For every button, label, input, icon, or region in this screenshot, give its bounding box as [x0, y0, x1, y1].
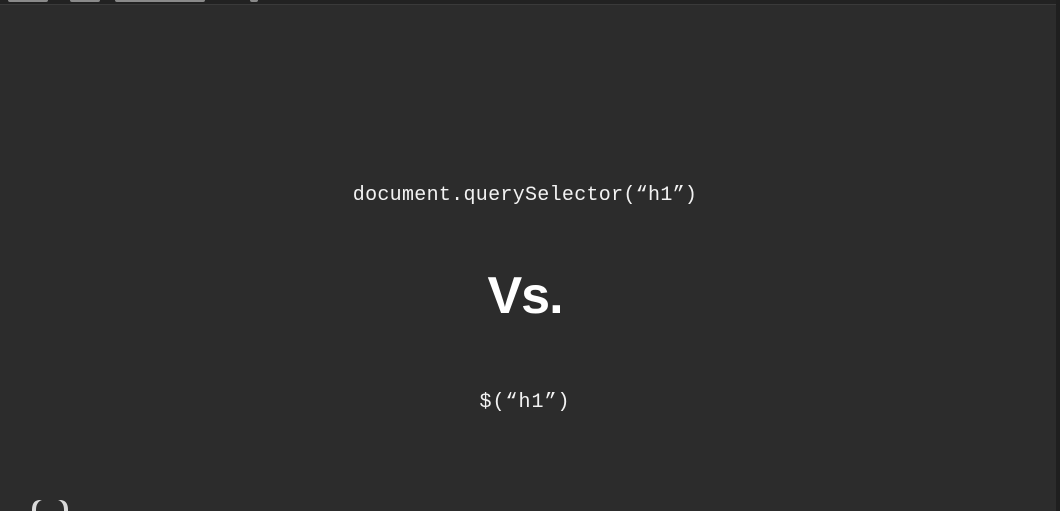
top-toolbar-strip — [0, 0, 1060, 5]
brand-logo-icon — [32, 500, 68, 511]
query-selector-code: document.querySelector(“h1”) — [352, 184, 698, 207]
toolbar-text-fragment — [8, 0, 48, 2]
versus-heading: Vs. — [487, 267, 563, 325]
window-edge — [1056, 0, 1060, 511]
toolbar-text-fragment — [115, 0, 205, 2]
presentation-slide: document.querySelector(“h1”) Vs. $(“h1”) — [0, 0, 1060, 511]
toolbar-text-fragment — [70, 0, 100, 2]
toolbar-text-fragment — [250, 0, 258, 2]
jquery-selector-code: $(“h1”) — [479, 391, 571, 414]
